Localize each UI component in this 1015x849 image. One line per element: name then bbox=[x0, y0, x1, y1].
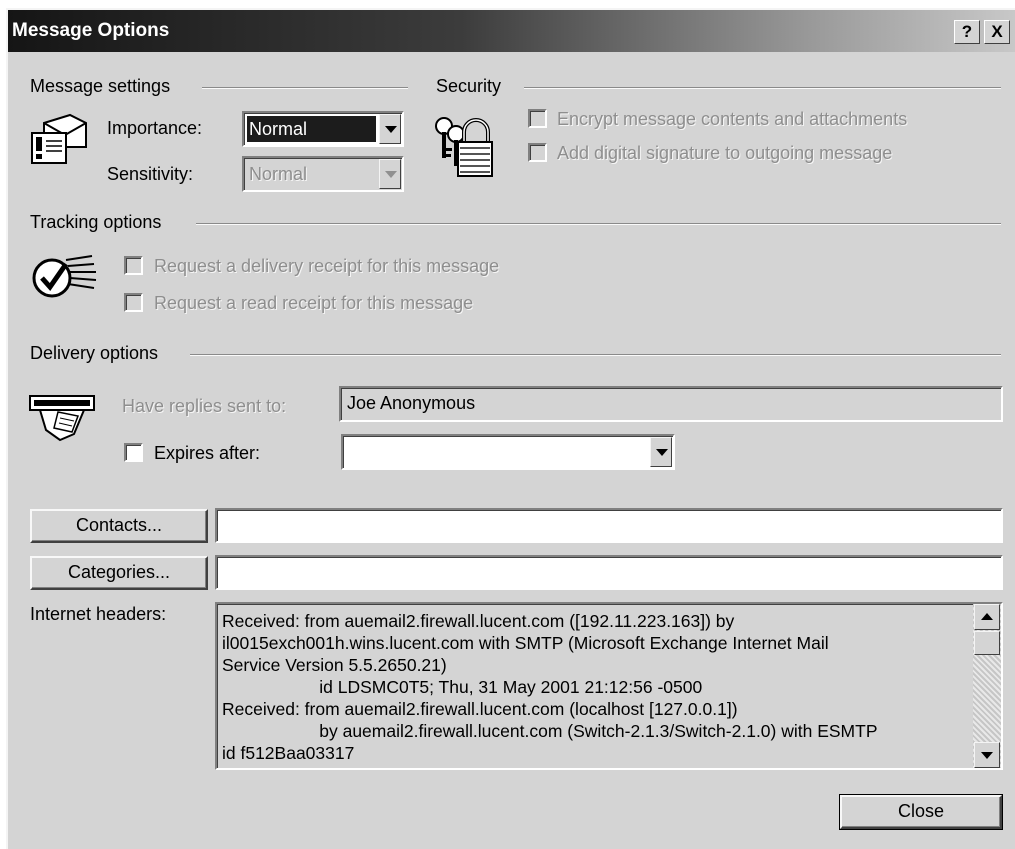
sensitivity-label: Sensitivity: bbox=[107, 164, 194, 184]
security-heading: Security bbox=[436, 76, 502, 96]
header-line: by auemail2.firewall.lucent.com (Switch-… bbox=[222, 721, 878, 741]
message-settings-heading: Message settings bbox=[30, 76, 171, 96]
internet-headers-textarea[interactable]: Received: from auemail2.firewall.lucent.… bbox=[215, 602, 1003, 770]
arrow-up-icon bbox=[981, 613, 993, 620]
message-options-dialog: Message Options ? X Message settings Imp… bbox=[6, 8, 1015, 849]
delivery-options-heading: Delivery options bbox=[30, 343, 159, 363]
importance-dropdown-button[interactable] bbox=[379, 114, 401, 144]
replies-sent-to-label: Have replies sent to: bbox=[122, 396, 287, 416]
headers-scrollbar[interactable] bbox=[973, 604, 1001, 768]
header-line: id LDSMC0T5; Thu, 31 May 2001 21:12:56 -… bbox=[222, 677, 703, 697]
help-button[interactable]: ? bbox=[954, 20, 980, 44]
arrow-down-icon bbox=[981, 752, 993, 759]
expires-after-label: Expires after: bbox=[154, 443, 261, 463]
header-line: Received: from auemail2.firewall.lucent.… bbox=[222, 611, 735, 631]
header-line: il0015exch001h.wins.lucent.com with SMTP… bbox=[222, 633, 829, 653]
tracking-options-heading: Tracking options bbox=[30, 212, 162, 232]
expires-after-value bbox=[346, 439, 647, 465]
digital-signature-label: Add digital signature to outgoing messag… bbox=[557, 143, 893, 163]
encrypt-checkbox[interactable] bbox=[528, 109, 547, 128]
scroll-thumb[interactable] bbox=[974, 631, 1000, 655]
close-button[interactable]: Close bbox=[839, 794, 1003, 830]
delivery-options-divider bbox=[190, 354, 1001, 356]
chevron-down-icon bbox=[385, 126, 397, 133]
message-settings-divider bbox=[202, 87, 408, 89]
contacts-button[interactable]: Contacts... bbox=[30, 509, 208, 543]
importance-value: Normal bbox=[247, 116, 376, 142]
header-line: id f512Baa03317 bbox=[222, 743, 355, 763]
encrypt-label: Encrypt message contents and attachments bbox=[557, 109, 908, 129]
sensitivity-select[interactable]: Normal bbox=[242, 156, 404, 192]
digital-signature-checkbox[interactable] bbox=[528, 143, 547, 162]
sensitivity-dropdown-button[interactable] bbox=[379, 159, 401, 189]
expires-after-checkbox[interactable] bbox=[124, 443, 143, 462]
hand-letter-icon bbox=[29, 395, 95, 442]
delivery-receipt-checkbox[interactable] bbox=[124, 256, 143, 275]
security-divider bbox=[524, 87, 1001, 89]
sensitivity-value: Normal bbox=[249, 164, 308, 184]
envelope-importance-icon bbox=[31, 113, 87, 164]
tracking-options-divider bbox=[196, 223, 1001, 225]
header-line: Service Version 5.5.2650.21) bbox=[222, 655, 447, 675]
internet-headers-label: Internet headers: bbox=[30, 604, 167, 624]
importance-select[interactable]: Normal bbox=[242, 111, 404, 147]
read-receipt-checkbox[interactable] bbox=[124, 293, 143, 312]
dialog-title: Message Options bbox=[12, 20, 170, 41]
title-bar[interactable]: Message Options ? X bbox=[8, 10, 1015, 52]
chevron-down-icon bbox=[656, 449, 668, 456]
header-line: Received: from auemail2.firewall.lucent.… bbox=[222, 699, 738, 719]
chevron-down-icon bbox=[385, 171, 397, 178]
categories-button[interactable]: Categories... bbox=[30, 556, 208, 590]
read-receipt-label: Request a read receipt for this message bbox=[154, 293, 474, 313]
expires-after-dropdown-button[interactable] bbox=[650, 437, 672, 467]
delivery-receipt-label: Request a delivery receipt for this mess… bbox=[154, 256, 500, 276]
replies-sent-to-field[interactable]: Joe Anonymous bbox=[339, 386, 1003, 422]
scroll-up-button[interactable] bbox=[974, 604, 1000, 630]
close-window-button[interactable]: X bbox=[984, 20, 1010, 44]
expires-after-select[interactable] bbox=[341, 434, 675, 470]
importance-label: Importance: bbox=[107, 118, 203, 138]
checkmark-receipt-icon bbox=[32, 255, 97, 298]
categories-field[interactable] bbox=[215, 555, 1003, 590]
padlock-keys-icon bbox=[435, 117, 493, 177]
contacts-field[interactable] bbox=[215, 508, 1003, 543]
scroll-down-button[interactable] bbox=[974, 742, 1000, 768]
